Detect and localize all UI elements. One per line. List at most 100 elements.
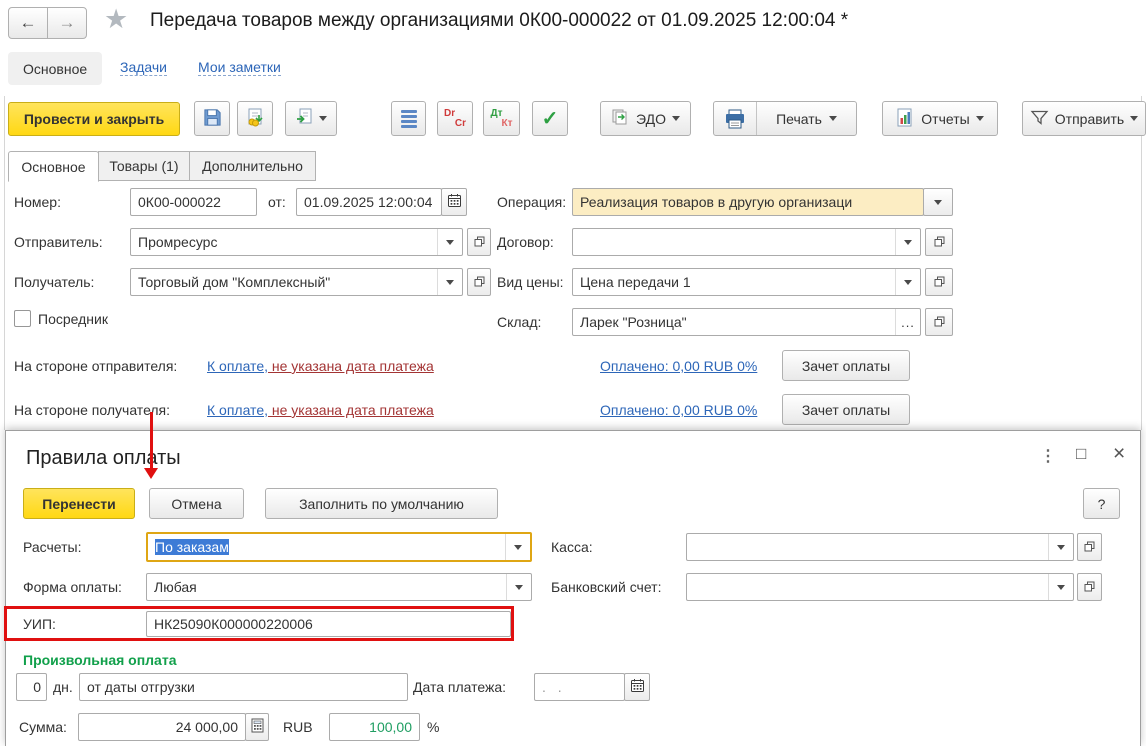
check-status-button[interactable]: ✓ <box>532 101 568 136</box>
cancel-button[interactable]: Отмена <box>149 488 244 519</box>
receiver-offset-button[interactable]: Зачет оплаты <box>782 394 910 425</box>
favorite-star-icon[interactable]: ★ <box>104 4 128 35</box>
intermediary-checkbox[interactable] <box>14 310 31 327</box>
dialog-menu-icon[interactable]: ⋮ <box>1040 446 1056 466</box>
send-button[interactable]: Отправить <box>1022 101 1146 136</box>
sender-dropdown[interactable] <box>437 229 462 255</box>
warehouse-open-button[interactable] <box>925 308 953 336</box>
tab-extra-label: Дополнительно <box>202 158 303 174</box>
tab-goods-label: Товары (1) <box>109 158 179 174</box>
date-label: от: <box>268 194 286 210</box>
drcr-button[interactable]: Dr Cr <box>437 101 473 136</box>
from-event-field[interactable]: от даты отгрузки <box>79 673 408 701</box>
reports-label: Отчеты <box>921 110 970 127</box>
chevron-down-icon <box>1130 116 1139 121</box>
chevron-down-icon <box>446 239 454 245</box>
operation-dropdown-button[interactable] <box>923 188 953 216</box>
nav-tab-tasks[interactable]: Задачи <box>120 59 168 76</box>
create-based-on-button[interactable] <box>285 101 337 136</box>
number-field[interactable]: 0К00-000022 <box>130 188 257 216</box>
contract-label: Договор: <box>497 234 554 250</box>
chevron-down-icon <box>514 544 522 550</box>
contract-open-button[interactable] <box>925 228 953 256</box>
tab-extra[interactable]: Дополнительно <box>189 151 316 181</box>
sender-offset-button[interactable]: Зачет оплаты <box>782 350 910 381</box>
calculations-field[interactable]: По заказам <box>146 532 532 562</box>
payment-date-calendar-button[interactable] <box>624 673 650 701</box>
tab-main-label: Основное <box>21 158 86 175</box>
window-border-right <box>1141 96 1142 430</box>
receiver-side-payment-link[interactable]: К оплате, не указана дата платежа <box>207 396 434 424</box>
contract-field[interactable] <box>572 228 921 256</box>
receiver-field[interactable]: Торговый дом "Комплексный" <box>130 268 463 296</box>
amount-calculator-button[interactable] <box>245 713 269 741</box>
sender-side-label: На стороне отправителя: <box>14 358 178 374</box>
open-icon <box>1084 540 1095 555</box>
nav-tab-notes[interactable]: Мои заметки <box>198 59 281 76</box>
nav-tab-main[interactable]: Основное <box>8 52 103 85</box>
operation-field[interactable]: Реализация товаров в другую организаци <box>572 188 924 216</box>
date-field[interactable]: 01.09.2025 12:00:04 <box>296 188 442 216</box>
receiver-dropdown[interactable] <box>437 269 462 295</box>
payment-form-field[interactable]: Любая <box>146 573 532 601</box>
registers-button[interactable] <box>391 101 426 136</box>
reports-button[interactable]: Отчеты <box>882 101 998 136</box>
forward-button[interactable]: → <box>47 7 87 39</box>
date-calendar-button[interactable] <box>441 188 467 216</box>
number-value: 0К00-000022 <box>138 194 221 210</box>
transfer-label: Перенести <box>42 495 116 512</box>
receiver-value: Торговый дом "Комплексный" <box>138 274 331 290</box>
warehouse-label: Склад: <box>497 314 542 330</box>
checkmark-icon: ✓ <box>541 108 559 130</box>
percent-field[interactable]: 100,00 <box>329 713 420 741</box>
receiver-open-button[interactable] <box>467 268 491 296</box>
sender-side-payment-link[interactable]: К оплате, не указана дата платежа <box>207 352 434 380</box>
post-and-close-button[interactable]: Провести и закрыть <box>8 102 180 136</box>
price-kind-open-button[interactable] <box>925 268 953 296</box>
print-button[interactable]: Печать <box>713 101 857 136</box>
sender-field[interactable]: Промресурс <box>130 228 463 256</box>
calculations-label: Расчеты: <box>23 539 82 555</box>
receiver-paid-link[interactable]: Оплачено: 0,00 RUB 0% <box>600 402 757 418</box>
payment-form-dropdown[interactable] <box>506 574 531 600</box>
payment-due-link[interactable]: К оплате, <box>207 358 268 374</box>
bank-account-open-button[interactable] <box>1077 573 1102 601</box>
dialog-maximize-icon[interactable]: □ <box>1076 444 1086 464</box>
bank-account-field[interactable] <box>686 573 1074 601</box>
amount-field[interactable]: 24 000,00 <box>78 713 246 741</box>
price-kind-dropdown[interactable] <box>895 269 920 295</box>
back-button[interactable]: ← <box>8 7 48 39</box>
sender-paid-link[interactable]: Оплачено: 0,00 RUB 0% <box>600 358 757 374</box>
cash-office-field[interactable] <box>686 533 1074 561</box>
chevron-down-icon <box>1057 584 1065 590</box>
sender-open-button[interactable] <box>467 228 491 256</box>
payment-date-field[interactable]: . . <box>534 673 625 701</box>
tab-goods[interactable]: Товары (1) <box>98 151 190 181</box>
cash-office-dropdown[interactable] <box>1048 534 1073 560</box>
payment-no-date-link[interactable]: не указана дата платежа <box>268 358 434 374</box>
post-document-button[interactable] <box>237 101 273 136</box>
calculator-icon <box>251 718 264 736</box>
warehouse-field[interactable]: Ларек "Розница" ... <box>572 308 921 336</box>
price-kind-field[interactable]: Цена передачи 1 <box>572 268 921 296</box>
transfer-button[interactable]: Перенести <box>23 488 135 519</box>
warehouse-more-button[interactable]: ... <box>895 309 920 335</box>
edo-button[interactable]: ЭДО <box>600 101 691 136</box>
calculations-dropdown[interactable] <box>505 534 530 560</box>
help-button[interactable]: ? <box>1083 488 1120 519</box>
fill-default-button[interactable]: Заполнить по умолчанию <box>265 488 498 519</box>
save-button[interactable] <box>194 101 230 136</box>
date-value: 01.09.2025 12:00:04 <box>304 194 433 210</box>
days-field[interactable]: 0 <box>16 673 47 701</box>
bank-account-dropdown[interactable] <box>1048 574 1073 600</box>
edo-icon <box>611 108 630 129</box>
open-icon <box>934 315 945 330</box>
contract-dropdown[interactable] <box>895 229 920 255</box>
payment-no-date-link[interactable]: не указана дата платежа <box>268 402 434 418</box>
tab-main[interactable]: Основное <box>8 151 99 182</box>
payment-due-link[interactable]: К оплате, <box>207 402 268 418</box>
dtkt-button[interactable]: Дт Кт <box>483 101 520 136</box>
dialog-close-icon[interactable]: × <box>1113 442 1125 466</box>
history-nav: ← → <box>8 7 87 39</box>
cash-office-open-button[interactable] <box>1077 533 1102 561</box>
